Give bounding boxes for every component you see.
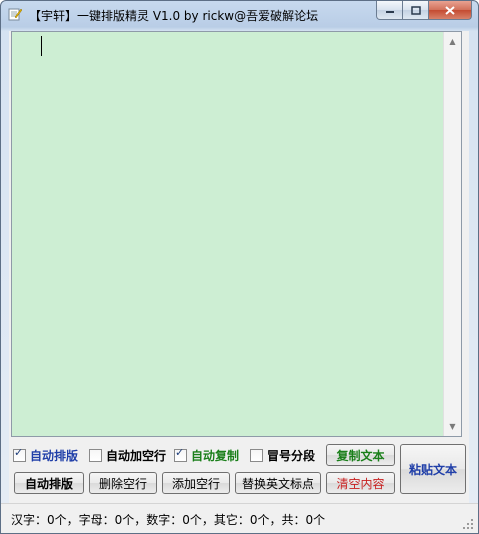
checkbox-checked-icon — [174, 446, 187, 462]
scroll-up-icon[interactable]: ▲ — [444, 33, 461, 50]
colon-split-checkbox[interactable]: 冒号分段 — [250, 447, 315, 464]
auto-layout-checkbox[interactable]: 自动排版 — [13, 446, 79, 464]
auto-layout-label: 自动排版 — [30, 449, 79, 463]
auto-layout-button[interactable]: 自动排版 — [14, 472, 84, 494]
client-area: ▲ ▼ 自动排版 自动加空行 自动复制 冒号分段 复制文本 粘贴文本 — [9, 31, 469, 525]
controls-panel: 自动排版 自动加空行 自动复制 冒号分段 复制文本 粘贴文本 自动排版 删除空行… — [9, 441, 469, 501]
text-caret — [41, 36, 42, 56]
close-icon — [445, 5, 455, 15]
replace-english-punctuation-button[interactable]: 替换英文标点 — [235, 472, 321, 494]
paste-text-button[interactable]: 粘贴文本 — [400, 444, 466, 494]
clear-content-button[interactable]: 清空内容 — [326, 472, 395, 494]
auto-blank-line-label: 自动加空行 — [106, 449, 167, 463]
checkbox-unchecked-icon — [250, 449, 263, 462]
vertical-scrollbar[interactable]: ▲ ▼ — [443, 32, 461, 436]
auto-copy-checkbox[interactable]: 自动复制 — [174, 446, 240, 464]
checkbox-unchecked-icon — [89, 449, 102, 462]
maximize-icon — [410, 5, 421, 15]
resize-grip-icon[interactable] — [462, 518, 474, 530]
auto-blank-line-checkbox[interactable]: 自动加空行 — [89, 447, 166, 464]
close-button[interactable] — [429, 1, 472, 20]
checkbox-checked-icon — [13, 446, 26, 462]
delete-blank-lines-button[interactable]: 删除空行 — [89, 472, 157, 494]
text-editor[interactable]: ▲ ▼ — [11, 31, 462, 437]
add-blank-lines-button[interactable]: 添加空行 — [162, 472, 230, 494]
scroll-down-icon[interactable]: ▼ — [444, 418, 461, 435]
app-window: 【宇轩】一键排版精灵 V1.0 by rickw@吾爱破解论坛 ▲ ▼ ✓ 自动… — [0, 0, 479, 534]
window-title: 【宇轩】一键排版精灵 V1.0 by rickw@吾爱破解论坛 — [29, 9, 319, 23]
colon-split-label: 冒号分段 — [267, 449, 316, 463]
maximize-button[interactable] — [403, 1, 429, 20]
auto-copy-label: 自动复制 — [191, 449, 240, 463]
copy-text-button[interactable]: 复制文本 — [326, 444, 395, 466]
status-bar: 汉字：0个，字母：0个，数字：0个，其它：0个，共：0个 — [1, 503, 478, 533]
status-text: 汉字：0个，字母：0个，数字：0个，其它：0个，共：0个 — [11, 513, 326, 527]
notepad-icon — [8, 7, 23, 21]
minimize-icon — [385, 11, 394, 13]
minimize-button[interactable] — [376, 1, 403, 20]
title-bar[interactable]: 【宇轩】一键排版精灵 V1.0 by rickw@吾爱破解论坛 — [1, 1, 478, 29]
